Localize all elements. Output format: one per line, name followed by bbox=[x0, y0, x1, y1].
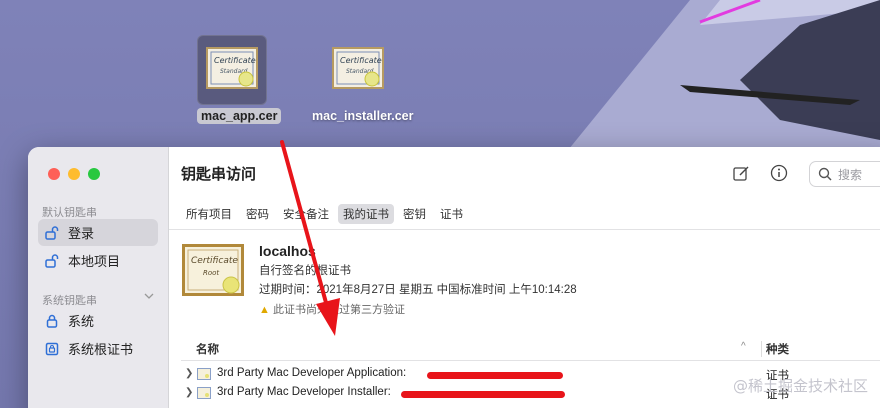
certificate-icon: Certificate Root bbox=[182, 244, 244, 296]
column-header-name[interactable]: 名称 bbox=[196, 341, 219, 357]
keychain-access-window: 默认钥匙串 登录 本地项目 系统钥匙串 系统 系统根证书 钥匙串访问 搜索 所有… bbox=[28, 147, 880, 408]
desktop-file-label: mac_app.cer bbox=[197, 108, 282, 124]
desktop-file-label: mac_installer.cer bbox=[312, 109, 414, 123]
close-button[interactable] bbox=[48, 168, 60, 180]
category-tabs: 所有项目 密码 安全备注 我的证书 密钥 证书 bbox=[181, 204, 468, 224]
row-name: 3rd Party Mac Developer Installer: bbox=[217, 386, 391, 398]
new-item-button[interactable] bbox=[731, 163, 751, 183]
certificate-icon-title: Certificate bbox=[191, 256, 238, 266]
row-name: 3rd Party Mac Developer Application: bbox=[217, 367, 407, 379]
tab-secure-notes[interactable]: 安全备注 bbox=[278, 204, 334, 224]
cabinet-icon bbox=[44, 341, 60, 357]
search-field[interactable]: 搜索 bbox=[809, 161, 880, 187]
main-pane: 钥匙串访问 搜索 所有项目 密码 安全备注 我的证书 密钥 证书 Certifi… bbox=[169, 147, 880, 408]
compose-icon bbox=[732, 166, 748, 181]
table-header: 名称 ^ 种类 bbox=[181, 337, 880, 361]
sidebar-item-label: 系统根证书 bbox=[68, 342, 134, 357]
sidebar-section-default-keychains: 默认钥匙串 bbox=[42, 207, 97, 219]
chevron-down-icon[interactable] bbox=[144, 291, 154, 301]
sidebar-item-local-items[interactable]: 本地项目 bbox=[38, 247, 158, 274]
redaction-mark bbox=[401, 391, 565, 398]
sidebar-item-system[interactable]: 系统 bbox=[38, 307, 158, 334]
certificate-file-icon: Certificate Standard bbox=[323, 35, 393, 105]
certificate-icon-subtitle: Root bbox=[203, 269, 219, 277]
certificate-warning-text: 此证书尚未经过第三方验证 bbox=[272, 304, 405, 316]
svg-text:Certificate: Certificate bbox=[214, 56, 256, 65]
tab-passwords[interactable]: 密码 bbox=[241, 204, 274, 224]
info-icon bbox=[770, 164, 788, 182]
certificate-warning: ▲ 此证书尚未经过第三方验证 bbox=[259, 301, 679, 317]
minimize-button[interactable] bbox=[68, 168, 80, 180]
svg-text:Certificate: Certificate bbox=[340, 56, 382, 65]
disclosure-triangle-icon[interactable]: ❯ bbox=[185, 368, 193, 379]
certificate-icon bbox=[197, 387, 211, 399]
desktop-file-mac-app-cer[interactable]: Certificate Standard mac_app.cer bbox=[197, 35, 282, 124]
tab-keys[interactable]: 密钥 bbox=[398, 204, 431, 224]
divider bbox=[169, 229, 880, 230]
window-controls bbox=[48, 168, 100, 180]
desktop-file-mac-installer-cer[interactable]: Certificate Standard mac_installer.cer bbox=[308, 35, 417, 124]
certificate-icon bbox=[197, 368, 211, 380]
warning-icon: ▲ bbox=[259, 304, 270, 316]
lock-icon bbox=[44, 313, 60, 329]
sidebar-item-system-roots[interactable]: 系统根证书 bbox=[38, 335, 158, 362]
tab-certificates[interactable]: 证书 bbox=[435, 204, 468, 224]
info-button[interactable] bbox=[769, 163, 789, 183]
unlock-icon bbox=[44, 225, 60, 241]
zoom-button[interactable] bbox=[88, 168, 100, 180]
certificate-issuer: 自行签名的根证书 bbox=[259, 265, 351, 277]
unlock-icon bbox=[44, 253, 60, 269]
disclosure-triangle-icon[interactable]: ❯ bbox=[185, 387, 193, 398]
sidebar-item-label: 登录 bbox=[68, 226, 95, 241]
certificate-name: localhos bbox=[259, 243, 316, 259]
tab-my-certificates[interactable]: 我的证书 bbox=[338, 204, 394, 224]
certificate-file-icon: Certificate Standard bbox=[197, 35, 267, 105]
sidebar-item-login[interactable]: 登录 bbox=[38, 219, 158, 246]
sidebar-item-label: 系统 bbox=[68, 314, 95, 329]
tab-all-items[interactable]: 所有项目 bbox=[181, 204, 237, 224]
redaction-mark bbox=[427, 372, 563, 379]
sidebar-item-label: 本地项目 bbox=[68, 254, 121, 269]
window-title: 钥匙串访问 bbox=[181, 166, 257, 183]
certificate-expiry: 过期时间：2021年8月27日 星期五 中国标准时间 上午10:14:28 bbox=[259, 284, 577, 296]
search-placeholder: 搜索 bbox=[838, 167, 863, 182]
sidebar: 默认钥匙串 登录 本地项目 系统钥匙串 系统 系统根证书 bbox=[28, 147, 169, 408]
sidebar-section-system-keychains: 系统钥匙串 bbox=[42, 295, 97, 307]
search-icon bbox=[818, 167, 832, 181]
watermark: @稀土掘金技术社区 bbox=[732, 377, 868, 395]
column-header-kind[interactable]: 种类 bbox=[761, 341, 789, 357]
sort-indicator: ^ bbox=[741, 341, 746, 352]
